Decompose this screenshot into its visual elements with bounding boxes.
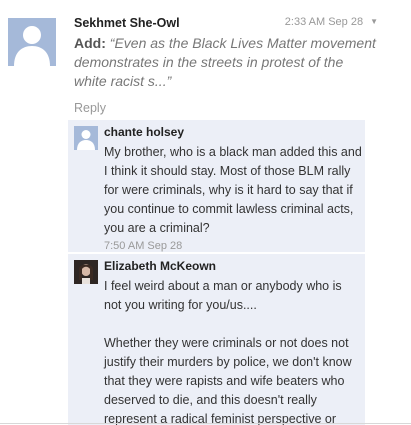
avatar-photo[interactable]	[74, 260, 98, 284]
reply-body: Elizabeth McKeown I feel weird about a m…	[104, 258, 362, 425]
reply-item: Elizabeth McKeown I feel weird about a m…	[68, 254, 365, 425]
default-user-icon	[77, 130, 95, 150]
reply-item: chante holsey My brother, who is a black…	[68, 120, 365, 252]
reply-body: chante holsey My brother, who is a black…	[104, 124, 362, 252]
profile-photo-icon	[74, 260, 98, 284]
reply-text: I feel weird about a man or anybody who …	[104, 279, 352, 425]
reply-button[interactable]: Reply	[74, 100, 378, 116]
avatar[interactable]	[74, 126, 98, 150]
comment-quote: “Even as the Black Lives Matter movement…	[74, 35, 376, 89]
caret-down-icon[interactable]: ▼	[370, 17, 378, 26]
comment-meta: 2:33 AM Sep 28 ▼	[285, 16, 378, 28]
default-user-icon	[14, 26, 50, 66]
avatar[interactable]	[8, 18, 56, 66]
reply-author[interactable]: chante holsey	[104, 124, 362, 140]
comment-text: Add: “Even as the Black Lives Matter mov…	[74, 34, 378, 91]
comment-timestamp[interactable]: 2:33 AM Sep 28	[285, 16, 363, 28]
divider	[0, 423, 411, 424]
add-label: Add:	[74, 35, 106, 51]
comment-body: Sekhmet She-Owl 2:33 AM Sep 28 ▼ Add: “Ev…	[74, 14, 378, 116]
reply-author[interactable]: Elizabeth McKeown	[104, 258, 362, 274]
reply-text: My brother, who is a black man added thi…	[104, 145, 362, 235]
reply-timestamp[interactable]: 7:50 AM Sep 28	[104, 240, 362, 252]
